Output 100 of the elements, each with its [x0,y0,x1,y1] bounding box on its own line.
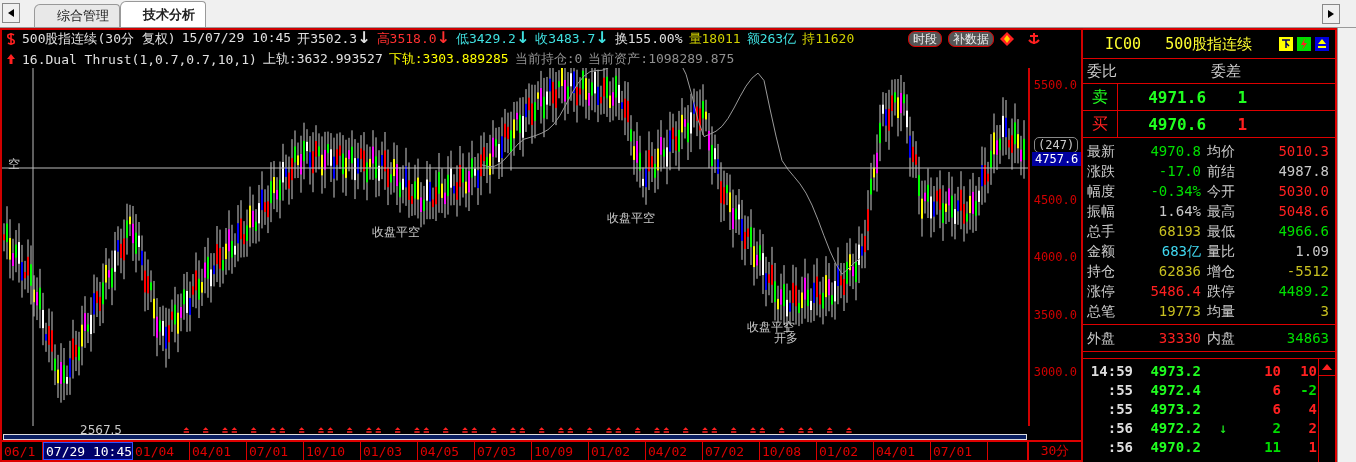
tick-price: 4973.2 [1149,362,1201,379]
quote-text: 低3429.2 [455,30,516,48]
price-axis-label: 3000.0 [1033,365,1077,379]
quote-text: 收3483.7 [535,30,596,48]
outer-volume-label: 外盘 [1087,329,1116,348]
anchor-icon[interactable] [1028,32,1040,46]
stat-value: -17.0 [1157,162,1202,181]
cursor-price-badge: 4757.6 [1032,152,1082,166]
sell-quantity: 1 [1236,87,1248,107]
scroll-left-button[interactable] [2,3,20,23]
stat-label: 涨跌 [1087,162,1116,181]
toolbar-square-icon[interactable] [1279,37,1293,51]
tick-time: 14:59 [1089,362,1133,379]
stat-label: 最高 [1207,202,1236,221]
chart-scrollbar[interactable] [3,434,1027,440]
stat-value: 5010.3 [1277,142,1330,161]
stat-label: 持仓 [1087,262,1116,281]
sell-label: 卖 [1083,84,1118,110]
diamond-icon[interactable] [1000,32,1014,46]
chart-button[interactable]: 补数据 [948,31,994,47]
time-axis-label: 04/01 [874,442,931,460]
chart-label: 空 [8,156,20,173]
quote-text: 15/07/29 10:45 [181,30,292,47]
time-axis-label: 10/10 [304,442,361,460]
chart-label: 收盘平空 [372,224,420,241]
stat-label: 量比 [1207,242,1236,261]
stat-value: 19773 [1157,302,1202,321]
stat-value: 4966.6 [1277,222,1330,241]
time-axis-label: 01/02 [589,442,646,460]
price-axis-label: 3500.0 [1033,307,1077,322]
tick-time: :56 [1106,419,1133,436]
stat-value: 5486.4 [1149,282,1202,301]
quote-text: 500股指连续(30分 复权) [22,30,176,48]
scroll-right-button[interactable] [1322,4,1340,24]
tab[interactable]: 技术分析 [120,1,206,27]
period-label[interactable]: 30分 [1027,442,1081,460]
tick-price: 4972.4 [1149,381,1201,398]
tick-volume: 6 [1271,381,1281,398]
indicator-text: 当前资产:1098289.875 [588,50,735,68]
tick-change: 2 [1307,419,1317,436]
tick-price: 4970.2 [1149,438,1201,455]
bid-ratio-label: 委比 [1086,61,1118,81]
price-axis-label: 5500.0 [1033,78,1077,92]
time-axis-label: 04/02 [646,442,703,460]
price-axis-label: 4000.0 [1033,250,1077,265]
time-axis-label: 01/04 [133,442,190,460]
quote-text: 换155.00% [614,30,683,48]
stat-value: 68193 [1157,222,1202,241]
stat-label: 增仓 [1207,262,1236,281]
stat-label: 振幅 [1087,202,1116,221]
tick-change: 10 [1299,362,1317,379]
tick-volume: 2 [1271,419,1281,436]
chart-label: 收盘平空 [607,210,655,227]
stat-label: 涨停 [1087,282,1116,301]
time-axis-label: 01/02 [817,442,874,460]
stat-label: 跌停 [1207,282,1236,301]
stat-label: 幅度 [1087,182,1116,201]
inner-volume-label: 内盘 [1207,329,1236,348]
time-axis-label: 10/09 [532,442,589,460]
time-axis-label: 01/03 [361,442,418,460]
inner-volume-value: 34863 [1285,329,1330,348]
tick-price: 4972.2 [1149,419,1201,436]
bid-diff-label: 委差 [1211,61,1241,81]
stat-value: -5512 [1285,262,1330,281]
indicator-text: 当前持仓:0 [514,50,583,68]
indicator-text: 下轨:3303.889285 [388,50,509,68]
stat-value: 4987.8 [1277,162,1330,181]
indicator-text: 16.Dual Thrust(1,0.7,0.7,10,1) [22,51,257,67]
eject-icon[interactable] [1315,37,1329,51]
tick-volume: 6 [1271,400,1281,417]
stat-label: 金额 [1087,242,1116,261]
chart-button[interactable]: 时段 [908,31,942,47]
tab[interactable]: 综合管理 [34,4,120,27]
up-triangle-icon [1322,364,1332,370]
quote-text: ↓ [357,30,371,48]
stat-value: 5048.6 [1277,202,1330,221]
time-axis-label: 07/03 [475,442,532,460]
buy-label: 买 [1083,111,1118,137]
time-axis-label: 10/08 [760,442,817,460]
tick-change: 4 [1307,400,1317,417]
contract-code: IC00 [1105,35,1142,53]
stat-label: 总笔 [1087,302,1116,321]
stat-label: 最新 [1087,142,1116,161]
quote-text: ↓ [595,30,609,48]
stat-label: 均量 [1207,302,1236,321]
tick-change: -2 [1299,381,1317,398]
stat-label: 总手 [1087,222,1116,241]
stat-value: 1.64% [1157,202,1202,221]
quote-text: ↓ [515,30,530,48]
quote-text: 持11620 [802,30,855,48]
time-axis-label: 07/02 [703,442,760,460]
quote-text: 量18011 [688,30,741,48]
dollar-icon[interactable] [6,33,16,45]
time-axis-label: 04/05 [418,442,475,460]
sell-price: 4971.6 [1147,87,1206,107]
quote-text: 开3502.3 [297,30,358,48]
stat-label: 均价 [1207,142,1236,161]
quote-text: ↓ [436,30,450,48]
contract-name: 500股指连续 [1165,34,1253,54]
time-axis-label: 07/29 10:45 [43,442,133,460]
